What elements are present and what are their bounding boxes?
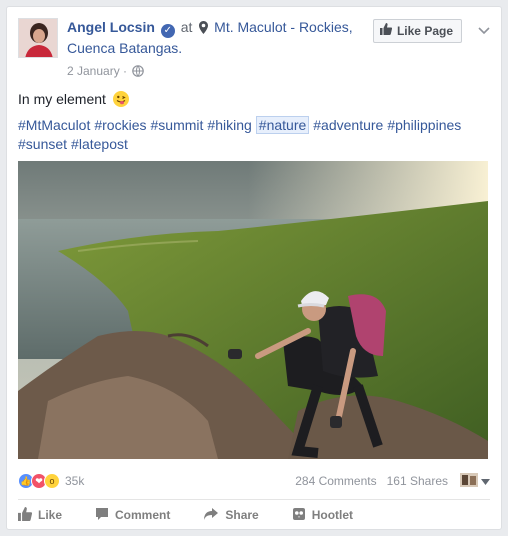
map-pin-icon [199,20,209,39]
tongue-wink-emoji-icon [112,91,129,107]
share-icon [203,507,219,524]
reactions-count[interactable]: 35k [65,474,84,488]
hootlet-label: Hootlet [311,508,354,522]
hashtag[interactable]: #latepost [71,136,128,152]
post-card: Angel Locsin ✓ at Mt. Maculot - Rockies,… [6,6,502,530]
comment-button[interactable]: Comment [95,507,170,524]
action-bar: Like Comment Share Hootlet [18,503,490,527]
post-header: Angel Locsin ✓ at Mt. Maculot - Rockies,… [18,18,490,82]
separator-dot: · [123,64,128,78]
post-date[interactable]: 2 January [67,64,120,78]
wow-reaction-icon[interactable]: o [44,473,60,489]
hashtag[interactable]: #philippines [387,117,461,133]
like-button[interactable]: Like [18,506,63,524]
thumbs-up-icon [18,506,33,524]
hashtags: #MtMaculot #rockies #summit #hiking #nature #… [18,116,490,154]
share-label: Share [225,508,259,522]
like-label: Like [38,508,63,522]
post-stats: 👍 ❤ o 35k 284 Comments 161 Shares [18,469,490,493]
thumbs-up-icon [379,20,393,42]
chevron-down-icon [481,474,490,488]
hashtag[interactable]: #rockies [94,117,146,133]
comments-count[interactable]: 284 Comments [295,474,376,488]
divider [18,499,490,500]
post-caption: In my element [18,91,106,107]
hootlet-button[interactable]: Hootlet [292,507,353,524]
comment-icon [95,507,109,524]
hashtag[interactable]: #hiking [207,117,251,133]
post-meta: Angel Locsin ✓ at Mt. Maculot - Rockies,… [67,18,367,83]
post-photo[interactable] [18,161,488,459]
shares-count[interactable]: 161 Shares [387,474,448,488]
avatar[interactable] [18,18,58,58]
post-text: In my element #MtMaculot #rockies #summit #… [18,90,490,154]
audience-selector[interactable] [460,472,490,490]
globe-icon[interactable] [132,64,145,83]
hashtag[interactable]: #sunset [18,136,67,152]
like-page-label: Like Page [396,24,453,38]
owl-icon [292,507,306,524]
hashtag[interactable]: #MtMaculot [18,117,90,133]
hashtag[interactable]: #nature [255,116,310,134]
post-subline: 2 January · [67,62,367,83]
verified-badge-icon: ✓ [160,24,175,38]
hashtag[interactable]: #adventure [313,117,383,133]
share-button[interactable]: Share [203,507,259,524]
author-name[interactable]: Angel Locsin [67,19,155,35]
page-thumbnail-icon [460,472,478,490]
like-page-button[interactable]: Like Page [372,19,462,43]
at-text: at [180,19,193,35]
comment-label: Comment [115,508,171,522]
hashtag[interactable]: #summit [151,117,204,133]
chevron-down-icon[interactable] [478,22,490,40]
